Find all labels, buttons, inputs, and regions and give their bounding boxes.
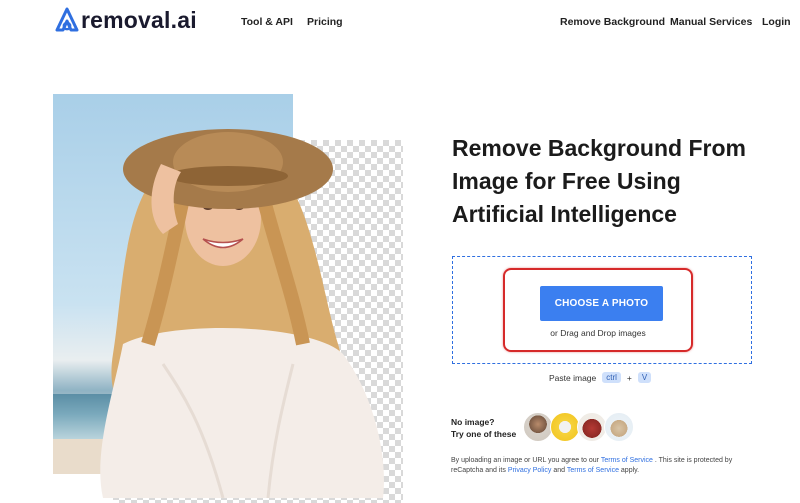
- page-title: Remove Background From Image for Free Us…: [452, 132, 772, 231]
- sample-animal-thumbnail[interactable]: [604, 412, 634, 442]
- disclaimer-text-3: and: [551, 467, 567, 474]
- headline-line-2: Image for Free Using: [452, 168, 681, 194]
- woman-figure: [100, 129, 384, 498]
- sample-car-thumbnail[interactable]: [550, 412, 580, 442]
- sample-bag-thumbnail[interactable]: [577, 412, 607, 442]
- logo-icon: [55, 7, 79, 32]
- privacy-policy-link[interactable]: Privacy Policy: [508, 467, 552, 474]
- hero-image: [53, 94, 403, 503]
- nav-tool-api[interactable]: Tool & API: [241, 16, 293, 28]
- paste-hint: Paste image ctrl + V: [549, 372, 652, 383]
- brand-logo[interactable]: removal.ai: [53, 5, 197, 35]
- drag-drop-hint: or Drag and Drop images: [550, 328, 646, 338]
- terms-disclaimer: By uploading an image or URL you agree t…: [451, 456, 751, 476]
- sample-prompt-line-1: No image?: [451, 417, 495, 427]
- terms-link-2[interactable]: Terms of Service: [567, 467, 619, 474]
- terms-link[interactable]: Terms of Service: [601, 457, 653, 464]
- disclaimer-text-1: By uploading an image or URL you agree t…: [451, 457, 601, 464]
- ctrl-key-badge: ctrl: [602, 372, 621, 383]
- v-key-badge: V: [637, 372, 652, 383]
- nav-pricing[interactable]: Pricing: [307, 16, 343, 28]
- nav-remove-background[interactable]: Remove Background: [560, 16, 665, 28]
- brand-name: removal.ai: [81, 6, 197, 33]
- nav-manual-services[interactable]: Manual Services: [670, 16, 752, 28]
- disclaimer-text-4: apply.: [618, 467, 640, 474]
- paste-label: Paste image: [549, 372, 597, 383]
- plus-sign: +: [626, 372, 632, 383]
- sample-prompt: No image? Try one of these: [451, 416, 516, 440]
- choose-photo-button[interactable]: CHOOSE A PHOTO: [540, 286, 663, 321]
- headline-line-3: Artificial Intelligence: [452, 201, 677, 227]
- sample-person-thumbnail[interactable]: [523, 412, 553, 442]
- sample-images: [523, 412, 634, 442]
- nav-login[interactable]: Login: [762, 16, 791, 28]
- sample-prompt-line-2: Try one of these: [451, 429, 517, 439]
- headline-line-1: Remove Background From: [452, 135, 746, 161]
